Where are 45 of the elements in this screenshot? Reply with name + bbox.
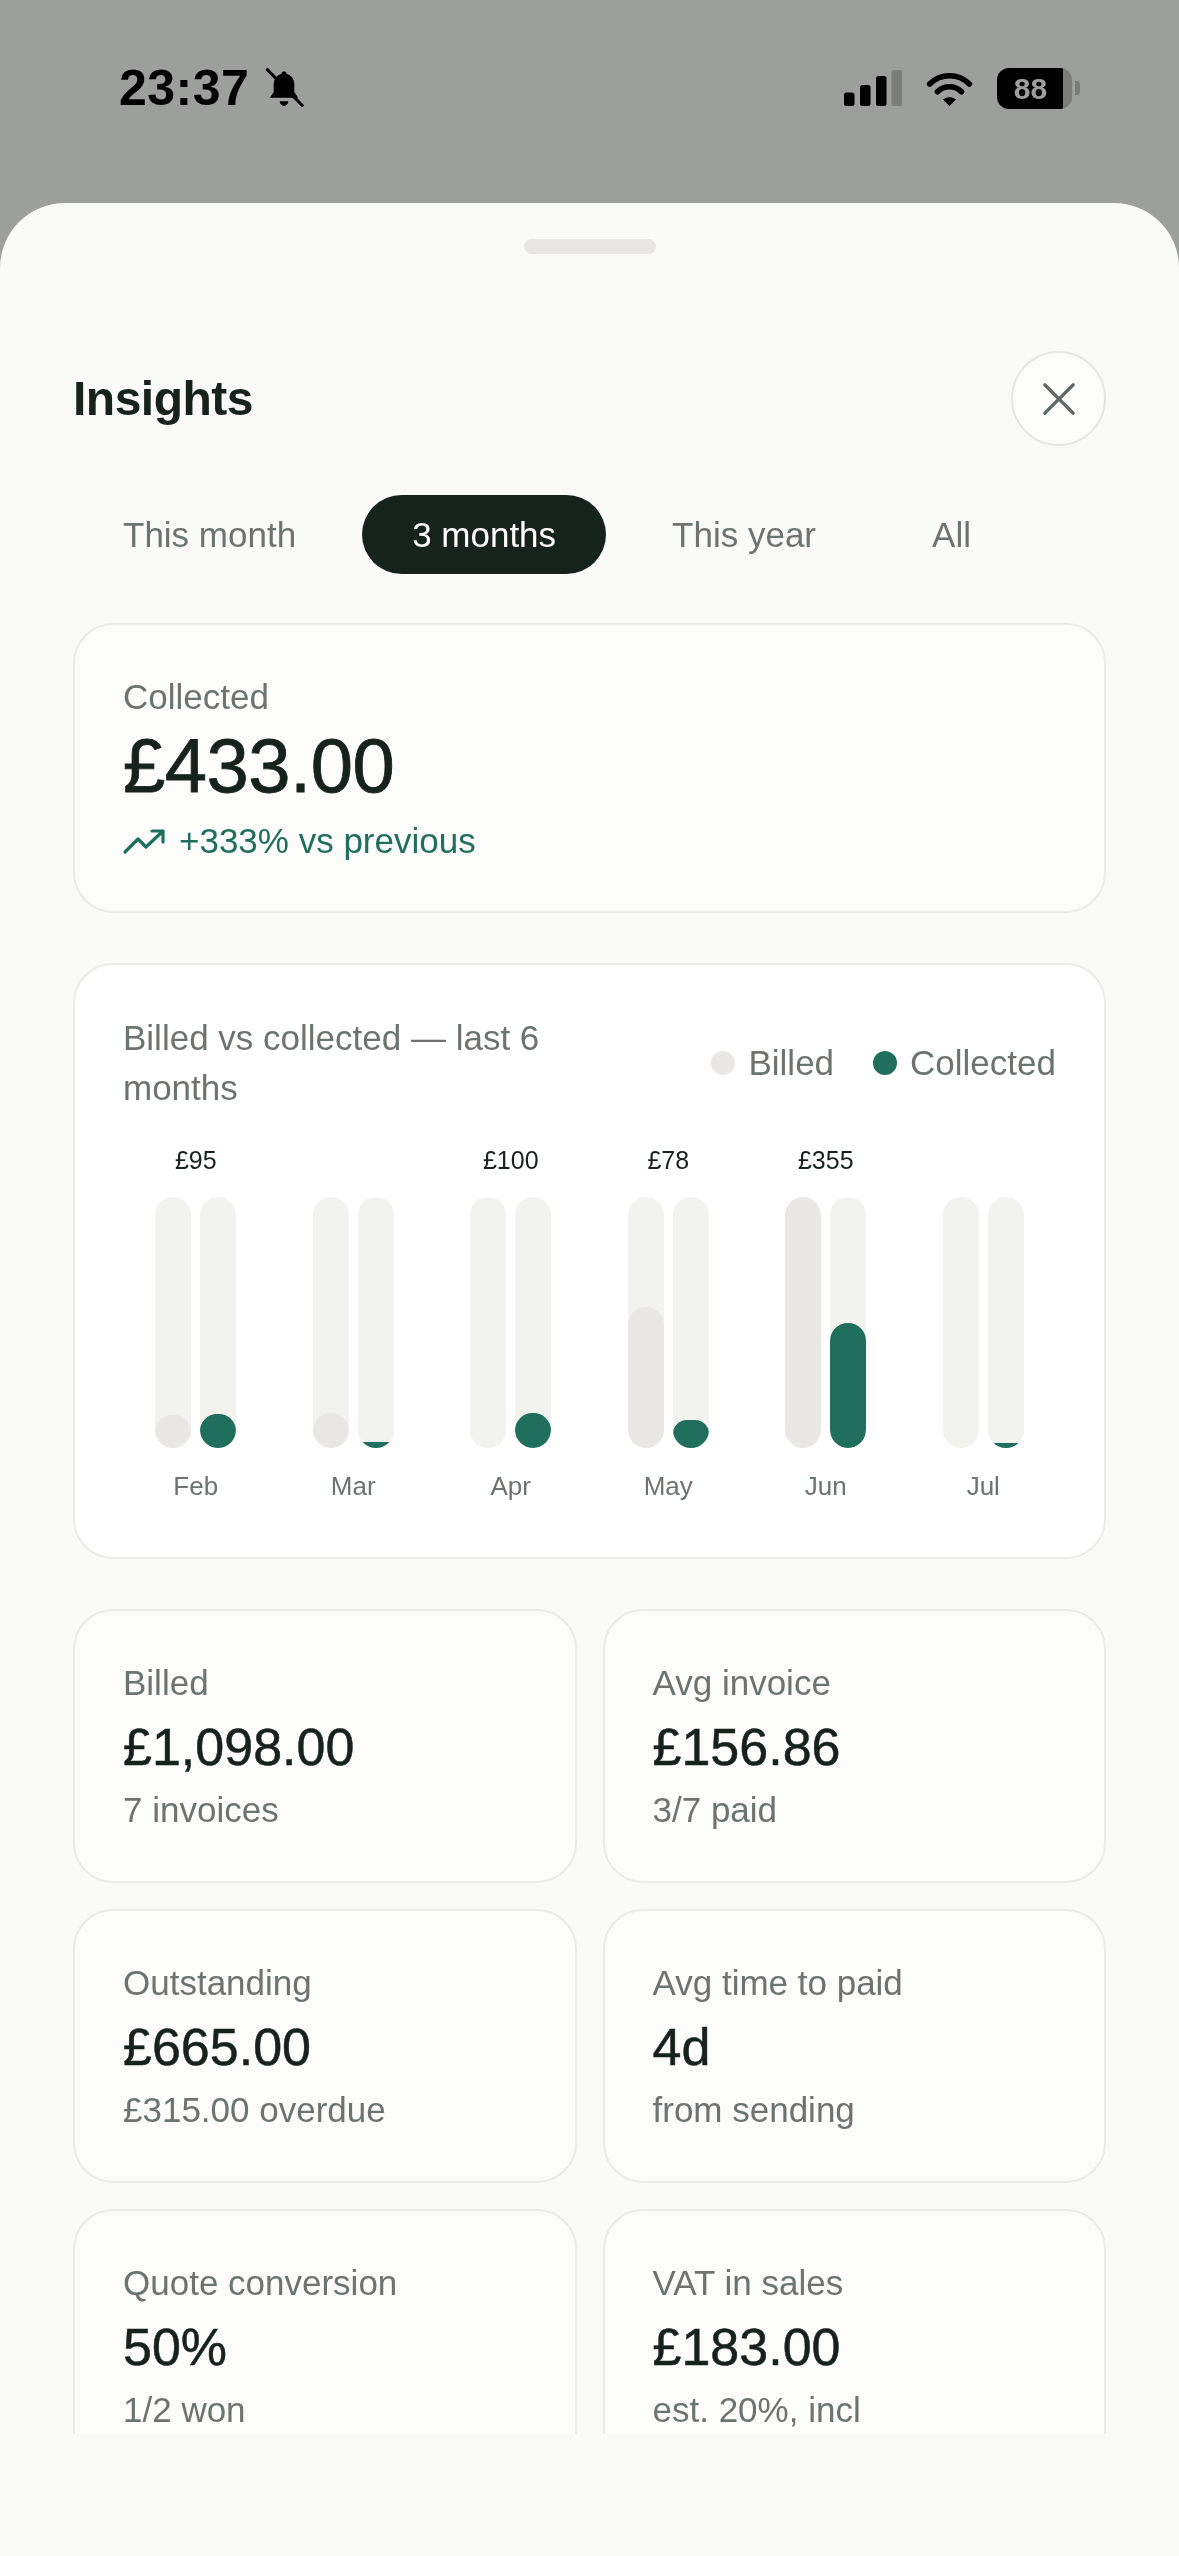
stat-value: £1,098.00 — [123, 1717, 356, 1777]
bar-value-label: £95 — [174, 1145, 217, 1176]
sheet-title: Insights — [73, 370, 253, 427]
stat-value: £183.00 — [652, 2317, 842, 2377]
bell-slash-icon — [264, 67, 305, 109]
stat-label: Outstanding — [123, 1962, 313, 2004]
period-tab[interactable]: All — [882, 495, 1021, 574]
stat-value: £156.86 — [652, 1717, 842, 1777]
stat-note: from sending — [652, 2089, 856, 2131]
month-label: May — [643, 1470, 693, 1503]
legend-label: Billed — [748, 1042, 835, 1084]
bar-value-label: £100 — [482, 1145, 539, 1176]
bar-value-label: £355 — [797, 1145, 854, 1176]
month-label: Apr — [490, 1470, 531, 1503]
chart-title: Billed vs collected — last 6 months — [123, 1017, 541, 1109]
summary-value: £433.00 — [123, 724, 396, 808]
clock-time: 23:37 — [119, 59, 250, 118]
stat-label: Billed — [123, 1662, 210, 1704]
period-tab[interactable]: This month — [73, 495, 347, 574]
month-label: Jul — [966, 1470, 1000, 1503]
trend-text: +333% vs previous — [179, 820, 476, 862]
stat-label: Avg invoice — [652, 1662, 832, 1704]
close-icon — [1041, 381, 1076, 416]
month-label: Mar — [330, 1470, 376, 1503]
trend-up-icon — [123, 828, 165, 854]
stat-note: 7 invoices — [123, 1789, 280, 1831]
period-tab[interactable]: This year — [622, 495, 867, 574]
legend-label: Collected — [910, 1042, 1056, 1084]
signal-icon — [844, 70, 902, 106]
period-tab[interactable]: 3 months — [362, 495, 607, 574]
month-label: Feb — [173, 1470, 219, 1503]
stat-value: 4d — [652, 2017, 712, 2077]
bar-value-label: £78 — [647, 1145, 690, 1176]
stat-label: Quote conversion — [123, 2262, 399, 2304]
stat-label: VAT in sales — [652, 2262, 845, 2304]
stat-note: est. 20%, incl — [652, 2389, 862, 2431]
month-label: Jun — [804, 1470, 847, 1503]
summary-label: Collected — [123, 676, 270, 718]
stat-note: 3/7 paid — [652, 1789, 779, 1831]
stat-note: £315.00 overdue — [123, 2089, 387, 2131]
stat-note: 1/2 won — [123, 2389, 247, 2431]
stat-label: Avg time to paid — [652, 1962, 904, 2004]
stat-value: 50% — [123, 2317, 229, 2377]
stat-value: £665.00 — [123, 2017, 312, 2077]
battery-indicator: 88 — [997, 67, 1080, 109]
